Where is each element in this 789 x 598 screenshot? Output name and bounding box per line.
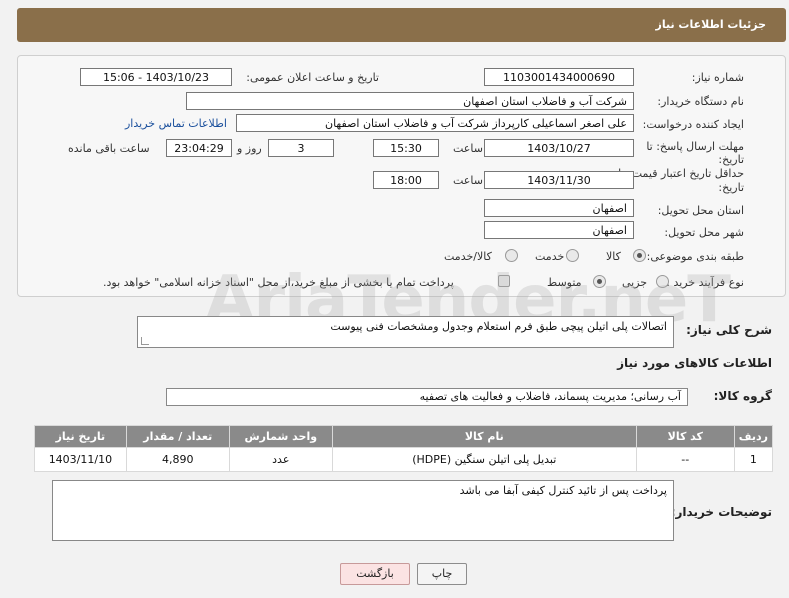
col-row: ردیف	[733, 425, 774, 448]
summary-textarea[interactable]: اتصالات پلی اتیلن پیچی طبق فرم استعلام و…	[137, 316, 674, 348]
buyer-notes-label: توضیحات خریدار:	[670, 505, 772, 519]
need-number-field[interactable]: 1103001434000690	[484, 68, 634, 86]
goods-section-title: اطلاعات کالاهای مورد نیاز	[617, 356, 772, 370]
cell-quantity: 4,890	[125, 447, 230, 472]
price-valid-date-field[interactable]: 1403/11/30	[484, 171, 634, 189]
announce-label: تاریخ و ساعت اعلان عمومی:	[246, 71, 379, 84]
price-valid-time-field[interactable]: 18:00	[373, 171, 439, 189]
deadline-label: مهلت ارسال پاسخ: تا	[646, 140, 744, 153]
cell-name: تبدیل پلی اتیلن سنگین (HDPE)	[331, 447, 637, 472]
summary-label: شرح کلی نیاز:	[686, 323, 772, 337]
cell-need-date: 1403/11/10	[34, 447, 127, 472]
cell-unit: عدد	[228, 447, 333, 472]
remaining-time-field[interactable]: 23:04:29	[166, 139, 232, 157]
buyer-notes-text: پرداخت پس از تائید کنترل کیفی آبفا می با…	[459, 484, 667, 497]
announce-datetime-field[interactable]: 1403/10/23 - 15:06	[80, 68, 232, 86]
table-row: 1 -- تبدیل پلی اتیلن سنگین (HDPE) عدد 4,…	[34, 447, 774, 472]
summary-text: اتصالات پلی اتیلن پیچی طبق فرم استعلام و…	[330, 320, 667, 333]
city-field[interactable]: اصفهان	[484, 221, 634, 239]
price-valid-label-date: تاریخ:	[718, 181, 744, 194]
days-and-label: روز و	[237, 142, 262, 155]
creator-field[interactable]: علی اصغر اسماعیلی کارپرداز شرکت آب و فاض…	[236, 114, 634, 132]
price-valid-label: حداقل تاریخ اعتبار قیمت: تا	[618, 167, 744, 180]
col-need-date: تاریخ نیاز	[34, 425, 127, 448]
col-name: نام کالا	[331, 425, 637, 448]
col-code: کد کالا	[635, 425, 735, 448]
buyer-org-field[interactable]: شرکت آب و فاضلاب استان اصفهان	[186, 92, 634, 110]
buyer-org-label: نام دستگاه خریدار:	[657, 95, 744, 108]
city-label: شهر محل تحویل:	[664, 226, 744, 239]
price-valid-time-label: ساعت	[453, 174, 483, 187]
deadline-label-date: تاریخ:	[718, 153, 744, 166]
buyer-notes-textarea[interactable]: پرداخت پس از تائید کنترل کیفی آبفا می با…	[52, 480, 674, 541]
goods-table: ردیف کد کالا نام کالا واحد شمارش تعداد /…	[34, 425, 774, 472]
page-title: جزئیات اطلاعات نیاز	[655, 18, 767, 31]
goods-group-field[interactable]: آب رسانی؛ مدیریت پسماند، فاضلاب و فعالیت…	[166, 388, 688, 406]
province-label: استان محل تحویل:	[657, 204, 744, 217]
deadline-time-label: ساعت	[453, 142, 483, 155]
cell-row: 1	[733, 447, 774, 472]
days-field[interactable]: 3	[268, 139, 334, 157]
resize-handle-icon[interactable]	[141, 337, 149, 345]
need-number-label: شماره نیاز:	[691, 71, 744, 84]
buyer-contact-link[interactable]: اطلاعات تماس خریدار	[125, 117, 227, 130]
deadline-time-field[interactable]: 15:30	[373, 139, 439, 157]
cell-code: --	[635, 447, 735, 472]
col-quantity: تعداد / مقدار	[125, 425, 230, 448]
remaining-label: ساعت باقی مانده	[68, 142, 150, 155]
back-button[interactable]: بازگشت	[340, 563, 410, 585]
goods-table-header: ردیف کد کالا نام کالا واحد شمارش تعداد /…	[34, 425, 774, 448]
goods-group-label: گروه کالا:	[713, 389, 772, 403]
creator-label: ایجاد کننده درخواست:	[642, 118, 744, 131]
col-unit: واحد شمارش	[228, 425, 333, 448]
print-button[interactable]: چاپ	[417, 563, 467, 585]
deadline-date-field[interactable]: 1403/10/27	[484, 139, 634, 157]
province-field[interactable]: اصفهان	[484, 199, 634, 217]
page-header: جزئیات اطلاعات نیاز	[17, 8, 786, 42]
